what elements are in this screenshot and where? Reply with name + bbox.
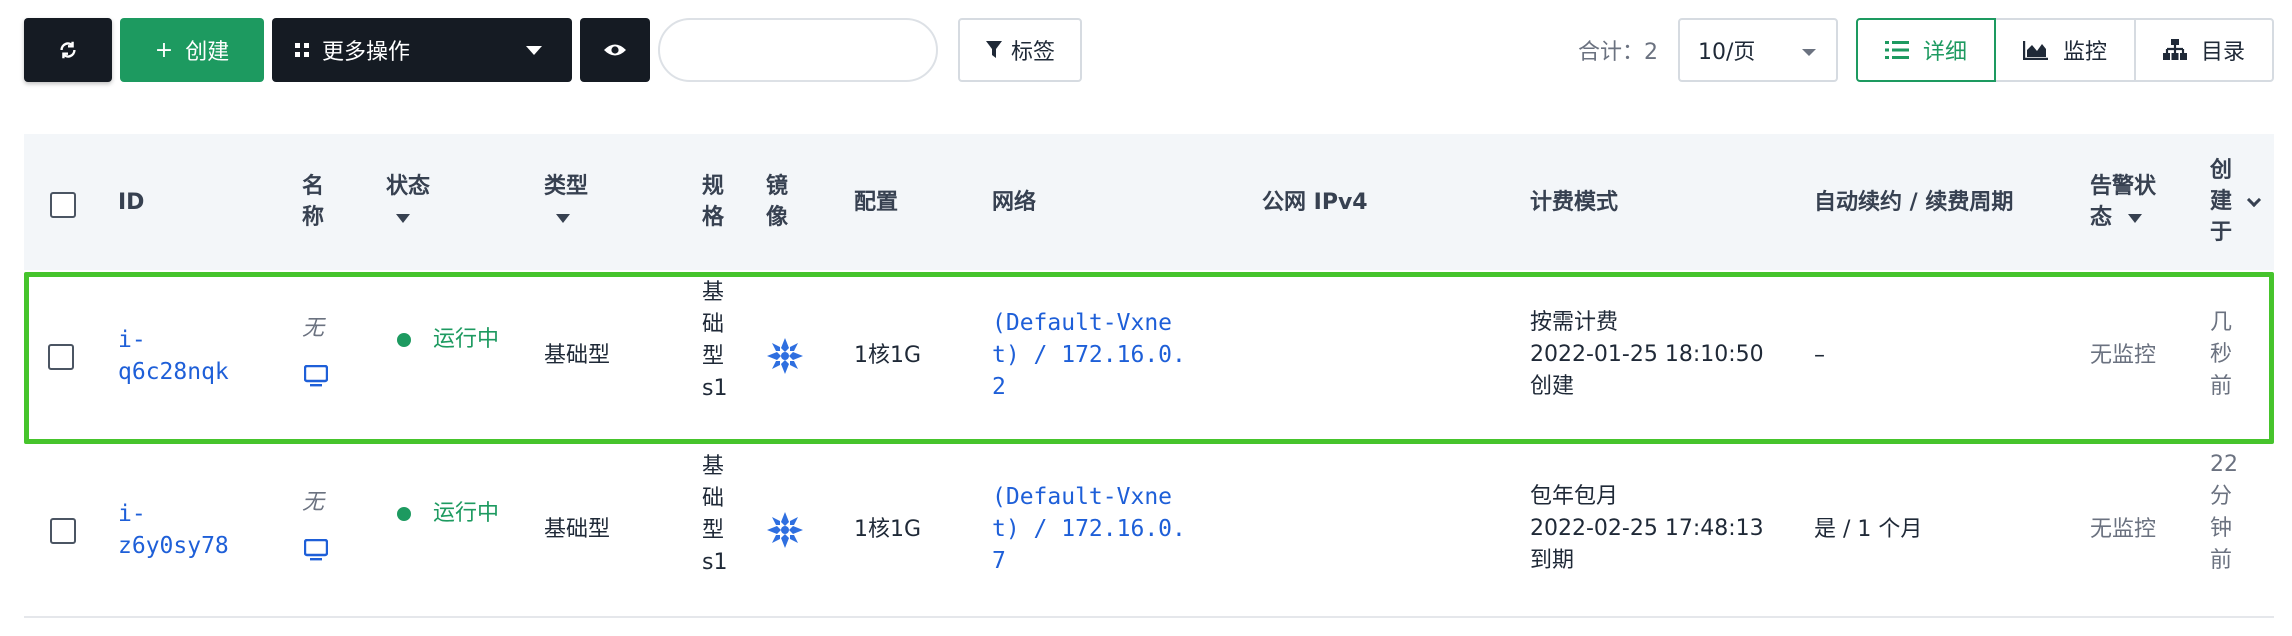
header-alarm-label: 告警状态 <box>2090 174 2157 230</box>
page-size-select[interactable]: 10/页 <box>1678 18 1838 82</box>
grid-icon <box>295 43 309 57</box>
instance-name: 无 <box>302 316 325 341</box>
header-network: 网络 <box>992 190 1037 215</box>
header-status-label: 状态 <box>386 174 431 199</box>
view-monitor-label: 监控 <box>2062 40 2107 65</box>
caret-down-icon <box>1802 49 1816 56</box>
billing-note: 创建 <box>1530 374 1575 399</box>
header-name: 名称 <box>302 174 325 230</box>
create-label: 创建 <box>185 40 230 65</box>
header-id: ID <box>118 190 145 215</box>
status-dot <box>397 333 411 347</box>
instance-id-link[interactable]: i-z6y0sy78 <box>118 498 229 562</box>
toolbar: + 创建 更多操作 标签 合计：2 10/页 详细 监控 目录 <box>0 0 2292 100</box>
header-alarm[interactable]: 告警状态 <box>2090 171 2164 233</box>
monitor-icon[interactable] <box>304 365 328 387</box>
billing-cell: 按需计费 2022-01-25 18:10:50 创建 <box>1530 307 1764 403</box>
instance-config: 1核1G <box>854 517 922 542</box>
status-text: 运行中 <box>433 327 500 352</box>
created-time: 22分钟前 <box>2210 452 2238 573</box>
row-checkbox[interactable] <box>48 344 74 370</box>
network-link[interactable]: (Default-Vxnet) / 172.16.0.2 <box>992 307 1192 403</box>
header-type[interactable]: 类型 <box>544 171 588 233</box>
more-actions-dropdown[interactable]: 更多操作 <box>272 18 572 82</box>
view-monitor-button[interactable]: 监控 <box>1994 18 2136 82</box>
plus-icon: + <box>154 37 174 63</box>
table-header: ID 名称 状态 类型 规格 镜像 配置 网络 公网 IPv4 计费模式 自动续… <box>24 134 2274 270</box>
more-actions-label: 更多操作 <box>322 40 411 65</box>
network-link[interactable]: (Default-Vxnet) / 172.16.0.7 <box>992 481 1192 577</box>
table-row[interactable]: i-z6y0sy78 无 运行中 基础型 基础型s1 1核1G (Default… <box>24 446 2274 618</box>
refresh-button[interactable] <box>24 18 112 82</box>
instance-config: 1核1G <box>854 343 922 368</box>
table-row[interactable]: i-q6c28nqk 无 运行中 基础型 基础型s1 1核1G (Default… <box>24 272 2274 444</box>
header-config: 配置 <box>854 190 899 215</box>
created-time: 几秒前 <box>2210 310 2233 399</box>
header-status[interactable]: 状态 <box>386 171 430 233</box>
view-detail-button[interactable]: 详细 <box>1856 18 1996 82</box>
alarm-status: 无监控 <box>2090 343 2157 368</box>
sitemap-icon <box>2162 39 2187 60</box>
total-count: 合计：2 <box>1578 40 1658 65</box>
image-os-icon <box>767 338 803 374</box>
header-image: 镜像 <box>766 174 789 230</box>
instance-spec: 基础型s1 <box>702 454 728 575</box>
filter-icon <box>985 41 1002 58</box>
header-public-ip: 公网 IPv4 <box>1262 190 1368 215</box>
status-text: 运行中 <box>433 501 500 526</box>
header-type-label: 类型 <box>544 174 589 199</box>
status-dot <box>397 507 411 521</box>
header-billing: 计费模式 <box>1530 190 1619 215</box>
instance-type: 基础型 <box>544 517 611 542</box>
instance-name: 无 <box>302 490 325 515</box>
instance-id-link[interactable]: i-q6c28nqk <box>118 324 229 388</box>
filter-caret-icon[interactable] <box>556 213 570 223</box>
caret-down-icon <box>526 46 542 55</box>
status-cell: 运行中 <box>397 498 507 530</box>
auto-renew: 是 / 1 个月 <box>1814 517 1923 542</box>
filter-caret-icon[interactable] <box>2128 214 2142 223</box>
monitor-icon[interactable] <box>304 539 328 561</box>
search-input[interactable] <box>658 18 938 82</box>
toggle-visibility-button[interactable] <box>580 18 650 82</box>
auto-renew: – <box>1814 343 1825 368</box>
row-checkbox[interactable] <box>50 518 76 544</box>
header-spec: 规格 <box>702 174 725 230</box>
refresh-icon <box>60 41 76 59</box>
header-renew: 自动续约 / 续费周期 <box>1814 190 2014 215</box>
area-chart-icon <box>2022 41 2048 60</box>
header-created: 创建于 <box>2210 158 2233 245</box>
billing-time: 2022-02-25 17:48:13 <box>1530 516 1764 541</box>
create-button[interactable]: + 创建 <box>120 18 264 82</box>
image-os-icon <box>767 512 803 548</box>
view-directory-button[interactable]: 目录 <box>2134 18 2274 82</box>
page-size-value: 10/页 <box>1698 40 1756 65</box>
alarm-status: 无监控 <box>2090 517 2157 542</box>
list-icon <box>1884 41 1909 59</box>
tag-filter-button[interactable]: 标签 <box>958 18 1082 82</box>
billing-mode: 按需计费 <box>1530 310 1619 335</box>
status-cell: 运行中 <box>397 324 507 356</box>
sort-chevron-icon[interactable] <box>2246 192 2262 208</box>
billing-note: 到期 <box>1530 548 1575 573</box>
select-all-checkbox[interactable] <box>50 192 76 218</box>
eye-icon <box>604 44 626 56</box>
billing-mode: 包年包月 <box>1530 484 1619 509</box>
view-directory-label: 目录 <box>2200 40 2245 65</box>
billing-time: 2022-01-25 18:10:50 <box>1530 342 1764 367</box>
view-mode-group: 详细 监控 目录 <box>1856 18 2274 82</box>
filter-caret-icon[interactable] <box>396 213 410 223</box>
instance-type: 基础型 <box>544 343 611 368</box>
view-detail-label: 详细 <box>1922 40 1967 65</box>
billing-cell: 包年包月 2022-02-25 17:48:13 到期 <box>1530 481 1764 577</box>
instance-spec: 基础型s1 <box>702 280 728 401</box>
tag-filter-label: 标签 <box>1010 40 1055 65</box>
